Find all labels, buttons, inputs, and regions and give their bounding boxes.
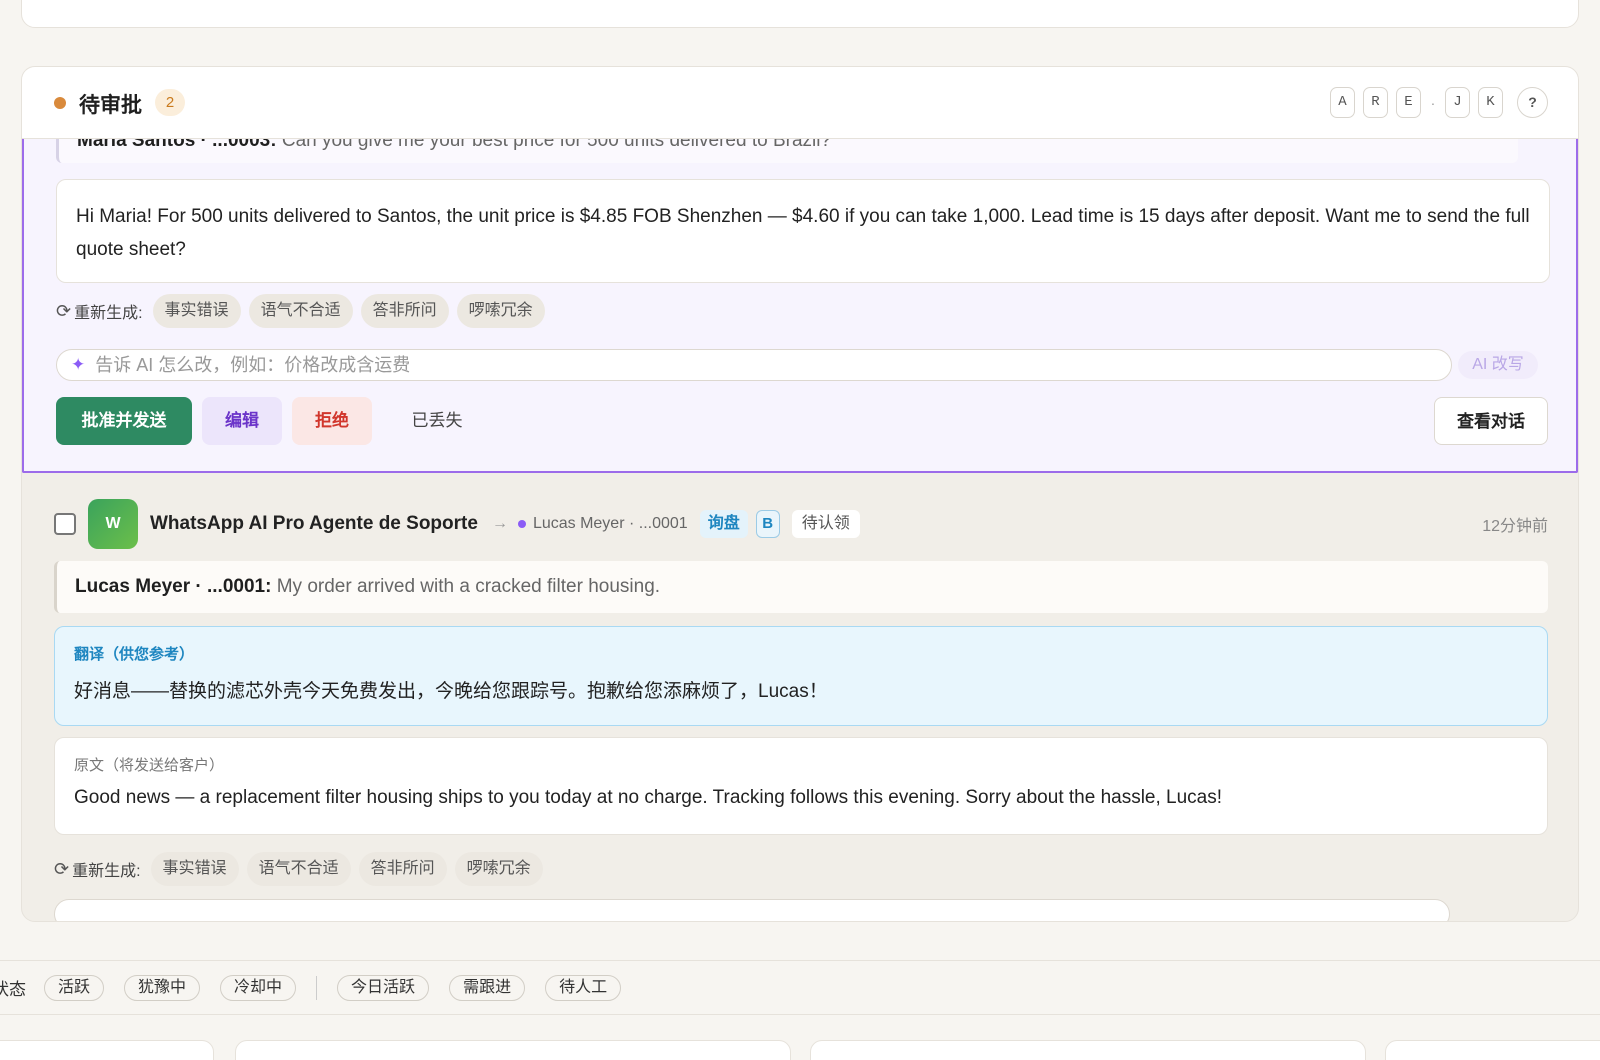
filter-chip-follow-up[interactable]: 需跟进 bbox=[449, 974, 526, 1001]
ai-instruction-field[interactable] bbox=[54, 899, 1450, 921]
shortcut-approve-key[interactable]: A bbox=[1330, 87, 1355, 118]
translation-label: 翻译（供您参考） bbox=[74, 646, 195, 663]
shortcut-prev-key[interactable]: K bbox=[1478, 87, 1503, 118]
refresh-icon: ⟳ bbox=[56, 300, 72, 321]
filter-chip-today-active[interactable]: 今日活跃 bbox=[337, 974, 430, 1001]
filter-chip-cooling[interactable]: 冷却中 bbox=[220, 974, 297, 1001]
regenerate-label: ⟳ 重新生成: bbox=[54, 857, 141, 881]
grade-badge: B bbox=[755, 510, 780, 538]
reject-button[interactable]: 拒绝 bbox=[292, 397, 372, 445]
regen-chip-off-topic[interactable]: 答非所问 bbox=[358, 852, 447, 886]
agent-name: WhatsApp AI Pro Agente de Soporte bbox=[150, 513, 478, 534]
ai-reply-draft[interactable]: Hi Maria! For 500 units delivered to San… bbox=[56, 179, 1550, 283]
arrow-right-icon: → bbox=[491, 515, 508, 532]
ai-instruction-input[interactable] bbox=[95, 354, 1396, 376]
original-label: 原文（将发送给客户） bbox=[74, 757, 225, 774]
panel-title: 待审批 bbox=[79, 94, 142, 117]
contact-card[interactable] bbox=[235, 1040, 791, 1060]
contact-card[interactable] bbox=[0, 1040, 214, 1060]
regen-chip-factual-error[interactable]: 事实错误 bbox=[150, 852, 239, 886]
regenerate-label: ⟳ 重新生成: bbox=[56, 299, 143, 323]
card-header: W WhatsApp AI Pro Agente de Soporte → Lu… bbox=[54, 499, 1548, 549]
filter-chip-needs-human[interactable]: 待人工 bbox=[545, 974, 622, 1001]
regenerate-text: 重新生成: bbox=[74, 305, 143, 322]
approval-card: W WhatsApp AI Pro Agente de Soporte → Lu… bbox=[22, 473, 1578, 921]
shortcut-separator: · bbox=[1430, 94, 1436, 111]
regen-chip-verbose[interactable]: 啰嗦冗余 bbox=[456, 294, 545, 328]
quote-message: My order arrived with a cracked filter h… bbox=[271, 576, 661, 597]
translation-text: 好消息——替换的滤芯外壳今天免费发出，今晚给您跟踪号。抱歉给您添麻烦了，Luca… bbox=[74, 681, 828, 702]
filter-chip-hesitating[interactable]: 犹豫中 bbox=[124, 974, 201, 1001]
panel-header: 待审批 2 A R E · J K ? bbox=[22, 67, 1578, 139]
shortcut-next-key[interactable]: J bbox=[1445, 87, 1470, 118]
pending-approval-panel: 待审批 2 A R E · J K ? Maria Santos · ...00… bbox=[21, 66, 1579, 922]
status-dot bbox=[54, 97, 66, 109]
claim-status-badge: 待认领 bbox=[791, 510, 860, 538]
mark-lost-button[interactable]: 已丢失 bbox=[382, 397, 492, 445]
regenerate-row: ⟳ 重新生成: 事实错误 语气不合适 答非所问 啰嗦冗余 bbox=[56, 294, 545, 328]
shortcut-reject-key[interactable]: R bbox=[1363, 87, 1388, 118]
refresh-icon: ⟳ bbox=[54, 858, 70, 879]
select-checkbox[interactable] bbox=[54, 513, 76, 535]
status-filter-bar: 状态 活跃 犹豫中 冷却中 今日活跃 需跟进 待人工 bbox=[0, 960, 1600, 1015]
shortcut-edit-key[interactable]: E bbox=[1396, 87, 1421, 118]
customer-message-quote: Lucas Meyer · ...0001: My order arrived … bbox=[54, 561, 1548, 613]
contact-card[interactable] bbox=[1385, 1040, 1600, 1060]
pending-count-badge: 2 bbox=[155, 89, 185, 116]
original-text: Good news — a replacement filter housing… bbox=[74, 787, 1223, 808]
regen-chip-factual-error[interactable]: 事实错误 bbox=[152, 294, 241, 328]
timestamp: 12分钟前 bbox=[1482, 518, 1548, 535]
regen-chip-tone[interactable]: 语气不合适 bbox=[246, 852, 351, 886]
ai-rewrite-button[interactable]: AI 改写 bbox=[1458, 351, 1538, 379]
translation-box: 翻译（供您参考） 好消息——替换的滤芯外壳今天免费发出，今晚给您跟踪号。抱歉给您… bbox=[54, 626, 1548, 726]
approve-send-button[interactable]: 批准并发送 bbox=[56, 397, 192, 445]
agent-avatar: W bbox=[88, 499, 138, 549]
inquiry-tag: 询盘 bbox=[699, 510, 748, 538]
regen-chip-off-topic[interactable]: 答非所问 bbox=[360, 294, 449, 328]
regen-chip-verbose[interactable]: 啰嗦冗余 bbox=[454, 852, 543, 886]
contact-card[interactable] bbox=[810, 1040, 1366, 1060]
customer-status-dot bbox=[517, 520, 526, 528]
sparkle-icon: ✦ bbox=[71, 355, 86, 374]
original-reply-box[interactable]: 原文（将发送给客户） Good news — a replacement fil… bbox=[54, 737, 1548, 835]
regenerate-row: ⟳ 重新生成: 事实错误 语气不合适 答非所问 啰嗦冗余 bbox=[54, 852, 543, 886]
approval-card-selected[interactable]: Maria Santos · ...0003: Can you give me … bbox=[22, 119, 1578, 473]
keyboard-shortcuts: A R E · J K ? bbox=[1330, 87, 1548, 118]
regenerate-text: 重新生成: bbox=[72, 863, 141, 880]
help-button[interactable]: ? bbox=[1517, 87, 1548, 118]
quote-author: Lucas Meyer · ...0001: bbox=[75, 576, 272, 597]
filter-label: 状态 bbox=[0, 980, 26, 999]
filter-chip-active[interactable]: 活跃 bbox=[44, 974, 105, 1001]
view-conversation-button[interactable]: 查看对话 bbox=[1434, 397, 1548, 445]
regen-chip-tone[interactable]: 语气不合适 bbox=[248, 294, 353, 328]
action-buttons: 批准并发送 编辑 拒绝 已丢失 bbox=[56, 397, 492, 445]
customer-name[interactable]: Lucas Meyer · ...0001 bbox=[533, 515, 688, 533]
edit-button[interactable]: 编辑 bbox=[202, 397, 282, 445]
filter-divider bbox=[316, 975, 318, 1000]
previous-card bbox=[21, 0, 1579, 28]
ai-instruction-field[interactable]: ✦ bbox=[56, 349, 1452, 381]
